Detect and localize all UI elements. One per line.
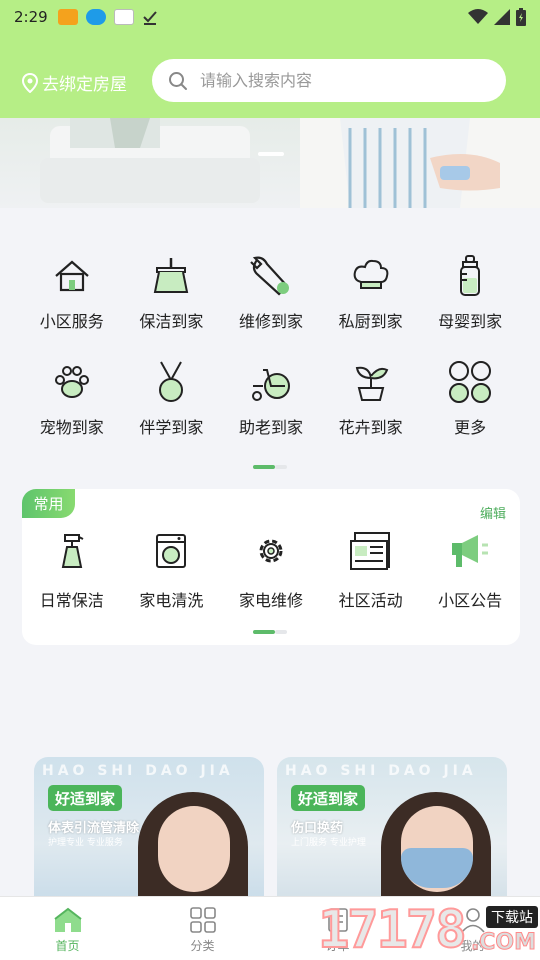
service-label: 宠物到家 xyxy=(39,418,104,437)
baby-bottle-icon xyxy=(448,254,492,298)
more-circles-icon xyxy=(448,360,492,404)
indicator-inactive xyxy=(275,630,287,634)
common-appliance-cleaning[interactable]: 家电清洗 xyxy=(122,529,222,611)
washing-machine-icon xyxy=(149,529,193,573)
location-selector[interactable]: 去绑定房屋 xyxy=(22,70,127,95)
service-label: 维修到家 xyxy=(238,312,303,331)
banner-image xyxy=(40,118,540,208)
header: 去绑定房屋 xyxy=(0,34,540,118)
watermark-tag: 下载站 xyxy=(486,906,538,928)
service-grid: 小区服务 保洁到家 维修到家 私厨到家 母婴到家 宠物到家 伴学到家 助老到家 … xyxy=(22,238,520,450)
service-row: 宠物到家 伴学到家 助老到家 花卉到家 更多 xyxy=(22,344,520,450)
service-study-companion[interactable]: 伴学到家 xyxy=(122,344,222,450)
common-label: 日常保洁 xyxy=(39,591,104,610)
service-label: 更多 xyxy=(454,418,487,437)
common-label: 社区活动 xyxy=(338,591,403,610)
house-icon xyxy=(50,254,94,298)
paw-icon xyxy=(50,360,94,404)
gear-icon xyxy=(249,529,293,573)
newspaper-icon xyxy=(349,529,393,573)
nav-label: 分类 xyxy=(190,939,215,953)
wrench-icon xyxy=(249,254,293,298)
search-icon xyxy=(169,71,187,90)
nav-label: 首页 xyxy=(55,939,80,953)
megaphone-icon xyxy=(448,529,492,573)
download-notification-icon xyxy=(85,9,106,25)
grid-icon xyxy=(189,907,216,933)
common-appliance-repair[interactable]: 家电维修 xyxy=(221,529,321,611)
promo-title: 伤口换药 xyxy=(291,821,344,836)
app-notification-icon xyxy=(57,9,78,25)
status-bar: 2:29 xyxy=(0,0,540,34)
service-elderly-care[interactable]: 助老到家 xyxy=(221,344,321,450)
plant-icon xyxy=(349,360,393,404)
promo-subtitle: 上门服务 专业护理 xyxy=(291,838,366,848)
common-announcements[interactable]: 小区公告 xyxy=(420,529,520,611)
broom-icon xyxy=(149,254,193,298)
service-pet[interactable]: 宠物到家 xyxy=(22,344,122,450)
chef-hat-icon xyxy=(349,254,393,298)
indicator-active xyxy=(253,630,275,634)
signal-icon xyxy=(494,9,510,25)
location-label: 去绑定房屋 xyxy=(42,75,127,95)
promo-person-face xyxy=(158,806,230,892)
common-tag: 常用 xyxy=(22,489,75,518)
service-repair[interactable]: 维修到家 xyxy=(221,238,321,344)
common-services-card: 常用 编辑 日常保洁 家电清洗 家电维修 社区活动 小区公告 xyxy=(22,489,520,645)
service-more[interactable]: 更多 xyxy=(420,344,520,450)
promo-watermark: HAO SHI DAO JIA xyxy=(285,763,477,779)
edit-button[interactable]: 编辑 xyxy=(480,503,506,522)
common-label: 小区公告 xyxy=(438,591,503,610)
nav-category[interactable]: 分类 xyxy=(135,897,270,960)
promo-logo: 好适到家 xyxy=(291,785,365,811)
service-label: 母婴到家 xyxy=(438,312,503,331)
nav-home[interactable]: 首页 xyxy=(0,897,135,960)
banner-carousel[interactable] xyxy=(0,118,540,208)
watermark-digits: 17178 xyxy=(317,899,468,960)
location-pin-icon xyxy=(22,72,38,93)
search-bar[interactable] xyxy=(152,59,506,102)
indicator-active xyxy=(253,465,275,469)
promo-watermark: HAO SHI DAO JIA xyxy=(42,763,234,779)
wifi-icon xyxy=(468,9,488,24)
common-page-indicator xyxy=(253,630,287,634)
medal-icon xyxy=(149,360,193,404)
watermark-domain: .COM xyxy=(470,930,536,956)
battery-icon xyxy=(516,8,526,26)
service-row: 小区服务 保洁到家 维修到家 私厨到家 母婴到家 xyxy=(22,238,520,344)
wheelchair-icon xyxy=(249,360,293,404)
common-label: 家电清洗 xyxy=(139,591,204,610)
service-cleaning[interactable]: 保洁到家 xyxy=(122,238,222,344)
promo-title: 体表引流管清除 xyxy=(48,821,140,836)
service-maternal-infant[interactable]: 母婴到家 xyxy=(420,238,520,344)
service-label: 伴学到家 xyxy=(139,418,204,437)
service-label: 保洁到家 xyxy=(139,312,204,331)
promo-card[interactable]: HAO SHI DAO JIA 好适到家 伤口换药 上门服务 专业护理 xyxy=(277,757,507,902)
common-daily-cleaning[interactable]: 日常保洁 xyxy=(22,529,122,611)
status-time: 2:29 xyxy=(14,8,48,26)
search-input[interactable] xyxy=(200,71,480,90)
service-private-chef[interactable]: 私厨到家 xyxy=(321,238,421,344)
service-label: 小区服务 xyxy=(39,312,104,331)
promo-logo: 好适到家 xyxy=(48,785,122,811)
common-community-events[interactable]: 社区活动 xyxy=(321,529,421,611)
services-page-indicator xyxy=(253,465,287,469)
service-community[interactable]: 小区服务 xyxy=(22,238,122,344)
promo-card[interactable]: HAO SHI DAO JIA 好适到家 体表引流管清除 护理专业 专业服务 xyxy=(34,757,264,902)
service-label: 助老到家 xyxy=(238,418,303,437)
service-flowers[interactable]: 花卉到家 xyxy=(321,344,421,450)
banner-page-dot xyxy=(258,152,284,156)
site-watermark: 17178 下载站 .COM xyxy=(317,899,540,960)
service-label: 私厨到家 xyxy=(338,312,403,331)
indicator-inactive xyxy=(275,465,287,469)
common-row: 日常保洁 家电清洗 家电维修 社区活动 小区公告 xyxy=(22,529,520,611)
service-label: 花卉到家 xyxy=(338,418,403,437)
app-notification-icon-2 xyxy=(113,9,134,25)
status-right xyxy=(468,8,526,26)
home-icon xyxy=(53,907,82,932)
spray-bottle-icon xyxy=(50,529,94,573)
promo-subtitle: 护理专业 专业服务 xyxy=(48,838,123,848)
common-label: 家电维修 xyxy=(238,591,303,610)
check-icon xyxy=(142,11,157,25)
